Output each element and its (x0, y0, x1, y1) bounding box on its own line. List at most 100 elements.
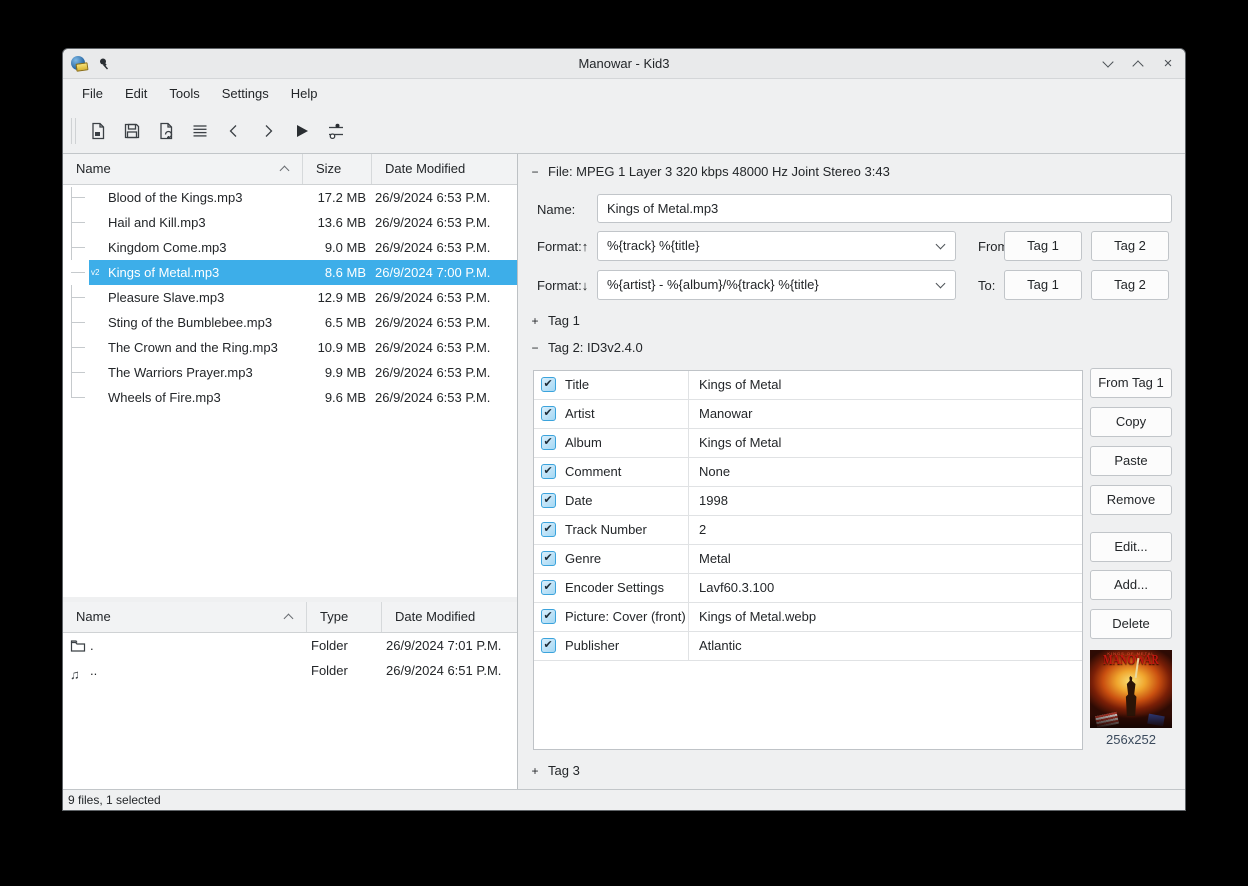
frame-row-title[interactable]: Title Kings of Metal (534, 371, 1082, 400)
title-checkbox[interactable] (541, 377, 556, 392)
comment-checkbox[interactable] (541, 464, 556, 479)
format-down-label: Format:↓ (537, 278, 588, 293)
statusbar: 9 files, 1 selected (63, 789, 1185, 810)
menubar: File Edit Tools Settings Help (63, 79, 1185, 108)
tag1-section-header[interactable]: + Tag 1 (530, 313, 580, 328)
save-icon[interactable] (115, 115, 149, 147)
from-tag1-button[interactable]: From Tag 1 (1090, 368, 1172, 398)
file-row[interactable]: The Crown and the Ring.mp310.9 MB26/9/20… (63, 335, 517, 360)
frame-row-track-number[interactable]: Track Number 2 (534, 516, 1082, 545)
file-browser-pane: Name Size Date Modified Blood of the Kin… (63, 154, 518, 789)
publisher-checkbox[interactable] (541, 638, 556, 653)
status-text: 9 files, 1 selected (68, 793, 161, 807)
chevron-down-icon (936, 240, 946, 250)
file-row[interactable]: Kingdom Come.mp39.0 MB26/9/2024 6:53 P.M… (63, 235, 517, 260)
delete-button[interactable]: Delete (1090, 609, 1172, 639)
column-header-date-modified[interactable]: Date Modified (382, 602, 517, 632)
artist-checkbox[interactable] (541, 406, 556, 421)
kid3-window: Manowar - Kid3 × File Edit Tools Setting… (62, 48, 1186, 811)
tag2-section-header[interactable]: − Tag 2: ID3v2.4.0 (530, 340, 643, 355)
copy-button[interactable]: Copy (1090, 407, 1172, 437)
tag-details-pane: − File: MPEG 1 Layer 3 320 kbps 48000 Hz… (518, 154, 1185, 789)
frame-row-comment[interactable]: Comment None (534, 458, 1082, 487)
previous-file-icon[interactable] (217, 115, 251, 147)
filename-input[interactable] (597, 194, 1172, 223)
frame-row-album[interactable]: Album Kings of Metal (534, 429, 1082, 458)
frame-row-artist[interactable]: Artist Manowar (534, 400, 1082, 429)
from-tag1-filename-button[interactable]: Tag 1 (1004, 231, 1082, 261)
playlist-icon[interactable] (183, 115, 217, 147)
file-row[interactable]: The Warriors Prayer.mp39.9 MB26/9/2024 6… (63, 360, 517, 385)
frame-row-picture[interactable]: Picture: Cover (front) Kings of Metal.we… (534, 603, 1082, 632)
edit-button[interactable]: Edit... (1090, 532, 1172, 562)
file-list: Name Size Date Modified Blood of the Kin… (63, 154, 517, 597)
chevron-down-icon (936, 279, 946, 289)
folder-list-body: . Folder 26/9/2024 7:01 P.M. ♫ .. Folder… (63, 633, 517, 789)
picture-checkbox[interactable] (541, 609, 556, 624)
tag-version-badge: v2 (91, 268, 99, 277)
paste-button[interactable]: Paste (1090, 446, 1172, 476)
frame-row-publisher[interactable]: Publisher Atlantic (534, 632, 1082, 661)
file-section-header[interactable]: − File: MPEG 1 Layer 3 320 kbps 48000 Hz… (530, 164, 890, 179)
file-row[interactable]: Sting of the Bumblebee.mp36.5 MB26/9/202… (63, 310, 517, 335)
sort-ascending-icon (284, 614, 294, 624)
titlebar[interactable]: Manowar - Kid3 × (63, 49, 1185, 79)
collapse-icon[interactable]: − (530, 341, 540, 355)
menu-file[interactable]: File (71, 81, 114, 107)
column-header-name[interactable]: Name (63, 154, 303, 184)
play-icon[interactable] (285, 115, 319, 147)
menu-edit[interactable]: Edit (114, 81, 158, 107)
collapse-icon[interactable]: − (530, 165, 540, 179)
frame-row-encoder-settings[interactable]: Encoder Settings Lavf60.3.100 (534, 574, 1082, 603)
to-label: To: (978, 278, 995, 293)
maximize-button[interactable] (1131, 57, 1145, 71)
toolbar-handle[interactable] (71, 118, 76, 144)
remove-button[interactable]: Remove (1090, 485, 1172, 515)
album-cover-thumbnail[interactable]: KINGS OF METAL MANOWAR (1090, 650, 1172, 728)
format-from-filename-combo[interactable]: %{track} %{title} (597, 231, 956, 261)
frame-row-date[interactable]: Date 1998 (534, 487, 1082, 516)
minimize-button[interactable] (1101, 57, 1115, 71)
file-row[interactable]: Blood of the Kings.mp317.2 MB26/9/2024 6… (63, 185, 517, 210)
menu-help[interactable]: Help (280, 81, 329, 107)
tag2-frame-table: Title Kings of Metal Artist Manowar Albu… (533, 370, 1083, 750)
sort-ascending-icon (280, 166, 290, 176)
expand-icon[interactable]: + (530, 764, 540, 778)
file-row[interactable]: Hail and Kill.mp313.6 MB26/9/2024 6:53 P… (63, 210, 517, 235)
file-row[interactable]: Wheels of Fire.mp39.6 MB26/9/2024 6:53 P… (63, 385, 517, 410)
folder-row[interactable]: . Folder 26/9/2024 7:01 P.M. (63, 633, 517, 658)
next-file-icon[interactable] (251, 115, 285, 147)
encoder-settings-checkbox[interactable] (541, 580, 556, 595)
file-row-selected[interactable]: v2 Kings of Metal.mp38.6 MB26/9/2024 7:0… (63, 260, 517, 285)
column-header-date-modified[interactable]: Date Modified (372, 154, 517, 184)
column-header-type[interactable]: Type (307, 602, 382, 632)
folder-row[interactable]: ♫ .. Folder 26/9/2024 6:51 P.M. (63, 658, 517, 683)
folder-icon (70, 637, 86, 653)
album-checkbox[interactable] (541, 435, 556, 450)
menu-tools[interactable]: Tools (158, 81, 210, 107)
folder-list-header: Name Type Date Modified (63, 602, 517, 633)
options-icon[interactable] (319, 115, 353, 147)
column-header-name[interactable]: Name (63, 602, 307, 632)
track-number-checkbox[interactable] (541, 522, 556, 537)
tag3-section-header[interactable]: + Tag 3 (530, 763, 580, 778)
column-header-size[interactable]: Size (303, 154, 372, 184)
close-button[interactable]: × (1161, 57, 1175, 71)
revert-icon[interactable] (149, 115, 183, 147)
folder-list: Name Type Date Modified . Fo (63, 602, 517, 789)
format-to-filename-combo[interactable]: %{artist} - %{album}/%{track} %{title} (597, 270, 956, 300)
to-tag1-button[interactable]: Tag 1 (1004, 270, 1082, 300)
file-row[interactable]: Pleasure Slave.mp312.9 MB26/9/2024 6:53 … (63, 285, 517, 310)
cover-band-logo: MANOWAR (1093, 653, 1168, 668)
file-info-text: File: MPEG 1 Layer 3 320 kbps 48000 Hz J… (548, 164, 890, 179)
frame-row-genre[interactable]: Genre Metal (534, 545, 1082, 574)
menu-settings[interactable]: Settings (211, 81, 280, 107)
to-tag2-button[interactable]: Tag 2 (1091, 270, 1169, 300)
add-button[interactable]: Add... (1090, 570, 1172, 600)
toolbar (63, 108, 1185, 153)
expand-icon[interactable]: + (530, 314, 540, 328)
from-tag2-filename-button[interactable]: Tag 2 (1091, 231, 1169, 261)
genre-checkbox[interactable] (541, 551, 556, 566)
date-checkbox[interactable] (541, 493, 556, 508)
open-icon[interactable] (81, 115, 115, 147)
